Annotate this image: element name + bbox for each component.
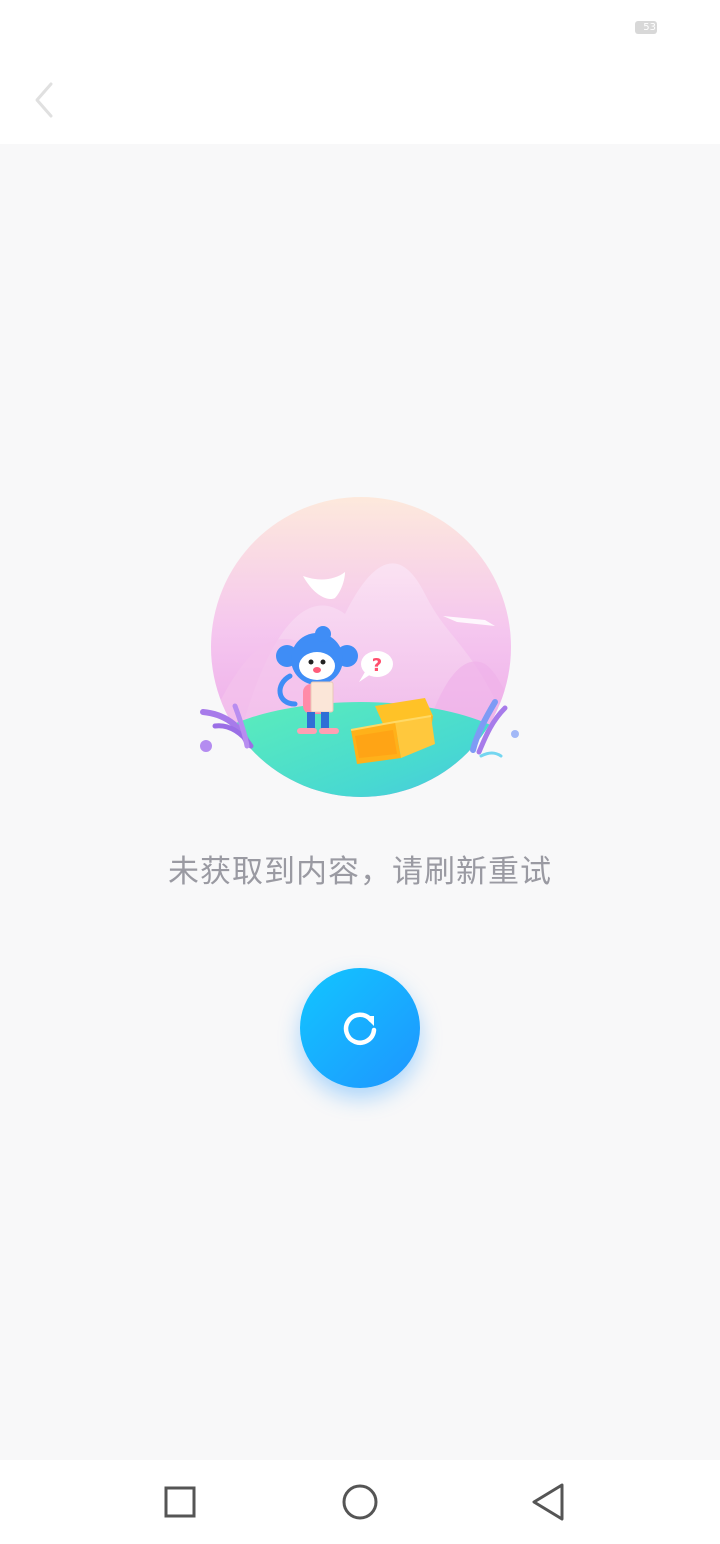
chevron-left-icon <box>35 82 53 118</box>
home-button[interactable] <box>336 1478 384 1526</box>
back-button[interactable] <box>18 74 70 126</box>
system-nav-bar <box>0 1460 720 1544</box>
status-bar: 53 <box>0 0 720 56</box>
svg-text:?: ? <box>372 655 382 676</box>
top-bar <box>0 56 720 144</box>
refresh-icon <box>343 1012 377 1045</box>
battery-level: 53 <box>643 22 656 33</box>
monkey-treasure-chest-illustration: ? <box>200 497 519 797</box>
battery-indicator: 53 <box>635 21 657 34</box>
nav-back-button[interactable] <box>524 1478 572 1526</box>
refresh-button[interactable] <box>300 968 420 1088</box>
empty-state: ? 未获取到内容，请刷新重试 <box>0 144 720 1460</box>
triangle-back-icon <box>532 1483 564 1521</box>
circle-icon <box>342 1484 378 1520</box>
square-icon <box>164 1486 196 1518</box>
empty-state-message: 未获取到内容，请刷新重试 <box>168 854 552 890</box>
recents-button[interactable] <box>156 1478 204 1526</box>
